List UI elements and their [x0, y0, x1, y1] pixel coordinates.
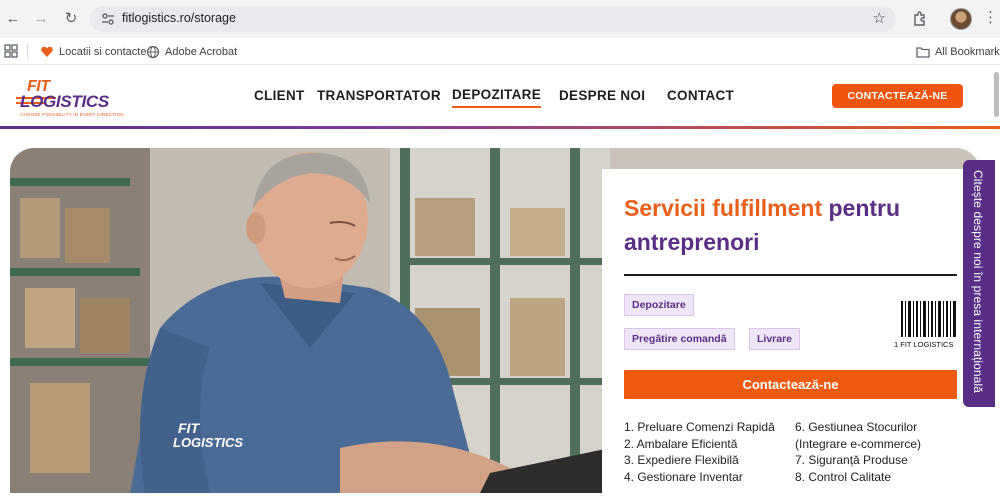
feature-item: 8. Control Calitate [795, 469, 892, 484]
tag-depozitare[interactable]: Depozitare [624, 294, 694, 316]
browser-menu-icon[interactable]: ⋮ [983, 9, 998, 27]
hero-info-card: Servicii fulfillment pentru antreprenori… [602, 169, 980, 499]
heart-bookmark-icon [41, 46, 53, 57]
tag-pregatire-comanda[interactable]: Pregătire comandă [624, 328, 735, 350]
bookmarks-bar: Locatii si contacte Adobe Acrobat All Bo… [0, 38, 1000, 65]
menu-client[interactable]: CLIENT [254, 88, 305, 103]
bookmark-adobe-acrobat[interactable]: Adobe Acrobat [146, 38, 237, 65]
bookmark-star-icon[interactable]: ☆ [873, 9, 886, 27]
shirt-logo-logistics: LOGISTICS [173, 435, 243, 450]
hero-title: Servicii fulfillment pentru antreprenori [624, 191, 954, 259]
site-settings-icon[interactable] [100, 11, 116, 27]
all-bookmarks[interactable]: All Bookmarks [916, 38, 1000, 65]
barcode-icon: 1 FIT LOGISTICS [894, 301, 956, 349]
feature-item: 6. Gestiunea Stocurilor [795, 420, 918, 434]
fit-logistics-logo[interactable]: FIT LOGISTICS CHOOSE POSSIBILITY IN EVER… [16, 76, 132, 117]
folder-icon [916, 46, 930, 58]
feature-item: 7. Siguranță Produse [795, 453, 908, 467]
press-side-tab[interactable]: Citește despre noi în presa internaționa… [963, 160, 995, 407]
all-bookmarks-label: All Bookmarks [935, 45, 1000, 58]
feature-item: 1. Preluare Comenzi Rapidă [624, 420, 775, 434]
browser-toolbar: ← → ↻ fitlogistics.ro/storage ☆ ⋮ [0, 0, 1000, 38]
header-contact-button[interactable]: CONTACTEAZĂ-NE [832, 84, 963, 108]
warehouse-worker-photo: FIT LOGISTICS [10, 148, 610, 493]
back-arrow-icon[interactable]: ← [4, 10, 22, 28]
feature-item: (Integrare e-commerce) [795, 436, 922, 451]
menu-depozitare[interactable]: DEPOZITARE [452, 87, 542, 108]
shirt-logo-fit: FIT [178, 420, 200, 436]
logo-tagline: CHOOSE POSSIBILITY IN EVERY DIRECTION [20, 112, 124, 117]
title-divider [624, 274, 957, 276]
reload-icon[interactable]: ↻ [62, 10, 80, 28]
menu-contact[interactable]: CONTACT [667, 88, 734, 103]
barcode-label: 1 FIT LOGISTICS [894, 340, 953, 349]
logo-logistics-text: LOGISTICS [20, 92, 109, 111]
press-side-tab-label: Citește despre noi în presa internaționa… [971, 170, 985, 394]
bookmarks-separator [27, 44, 28, 59]
site-header: FIT LOGISTICS CHOOSE POSSIBILITY IN EVER… [0, 66, 1000, 126]
bookmark-locatii[interactable]: Locatii si contacte [40, 38, 146, 65]
apps-grid-icon[interactable] [4, 44, 18, 58]
menu-despre-noi[interactable]: DESPRE NOI [559, 88, 645, 103]
features-list-left: 1. Preluare Comenzi Rapidă 2. Ambalare E… [624, 419, 775, 485]
extensions-puzzle-icon[interactable] [912, 10, 928, 28]
bookmark-label: Locatii si contacte [59, 45, 147, 58]
url-text[interactable]: fitlogistics.ro/storage [122, 11, 236, 25]
address-bar[interactable]: fitlogistics.ro/storage ☆ [90, 6, 896, 32]
page-scrollbar[interactable] [994, 72, 999, 117]
header-gradient-divider [0, 126, 1000, 129]
menu-transportator[interactable]: TRANSPORTATOR [317, 88, 441, 103]
globe-icon [146, 45, 160, 58]
forward-arrow-icon[interactable]: → [32, 10, 50, 28]
features-list-right: 6. Gestiunea Stocurilor (Integrare e-com… [795, 419, 921, 485]
feature-item: 2. Ambalare Eficientă [624, 436, 738, 451]
feature-item: 3. Expediere Flexibilă [624, 453, 739, 467]
hero-contact-button[interactable]: Contactează-ne [624, 370, 957, 399]
hero-title-accent: Servicii fulfillment [624, 195, 823, 221]
feature-item: 4. Gestionare Inventar [624, 469, 743, 484]
profile-avatar[interactable] [950, 8, 972, 30]
bookmark-label: Adobe Acrobat [165, 45, 238, 58]
tag-livrare[interactable]: Livrare [749, 328, 801, 350]
